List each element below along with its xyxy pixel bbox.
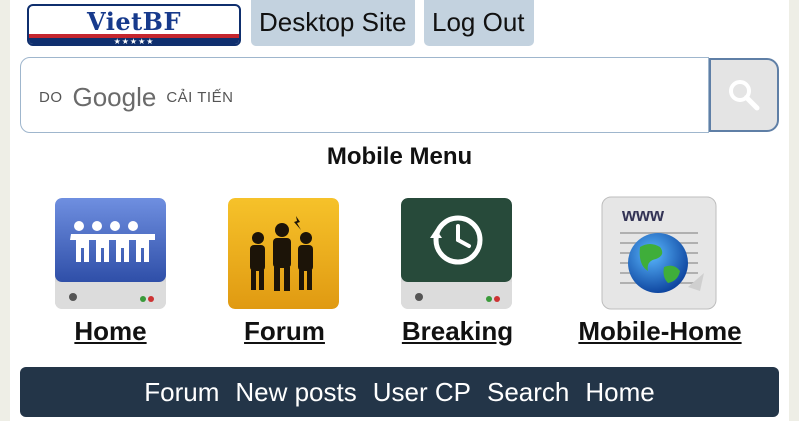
vietbf-logo[interactable]: VietBF ★★★★★ xyxy=(27,4,241,46)
mobile-menu-title: Mobile Menu xyxy=(326,143,473,170)
mobile-home-link[interactable]: Mobile-Home xyxy=(565,316,755,347)
home-tile[interactable] xyxy=(55,198,166,309)
desktop-site-button[interactable]: Desktop Site xyxy=(251,0,415,46)
nav-forum[interactable]: Forum xyxy=(144,377,219,408)
logo-stars: ★★★★★ xyxy=(113,37,155,46)
history-clock-icon xyxy=(401,198,512,309)
nav-new-posts[interactable]: New posts xyxy=(235,377,356,408)
nav-home[interactable]: Home xyxy=(585,377,654,408)
search-icon xyxy=(729,80,760,111)
group-people-icon xyxy=(228,198,339,309)
logout-button[interactable]: Log Out xyxy=(424,0,534,46)
forum-link[interactable]: Forum xyxy=(214,316,355,347)
www-globe-icon: www xyxy=(601,196,717,310)
search-input[interactable]: DO Google CẢI TIẾN xyxy=(20,57,709,133)
brand-suffix: CẢI TIẾN xyxy=(166,88,234,106)
page: VietBF ★★★★★ Desktop Site Log Out DO Goo… xyxy=(10,0,789,421)
google-wordmark: Google xyxy=(72,81,157,112)
breaking-tile[interactable] xyxy=(401,198,512,309)
bottom-navbar: Forum New posts User CP Search Home xyxy=(20,367,779,417)
people-chain-icon xyxy=(55,198,166,309)
home-link[interactable]: Home xyxy=(40,316,181,347)
logo-text: VietBF xyxy=(87,7,181,36)
forum-tile[interactable] xyxy=(228,198,339,309)
brand-prefix: DO xyxy=(39,88,63,106)
search-branding: DO Google CẢI TIẾN xyxy=(39,79,233,115)
breaking-link[interactable]: Breaking xyxy=(385,316,530,347)
nav-search[interactable]: Search xyxy=(487,377,569,408)
search-button[interactable] xyxy=(709,58,779,132)
mobile-home-tile[interactable]: www xyxy=(600,195,718,311)
nav-user-cp[interactable]: User CP xyxy=(373,377,471,408)
svg-text:www: www xyxy=(621,205,665,225)
